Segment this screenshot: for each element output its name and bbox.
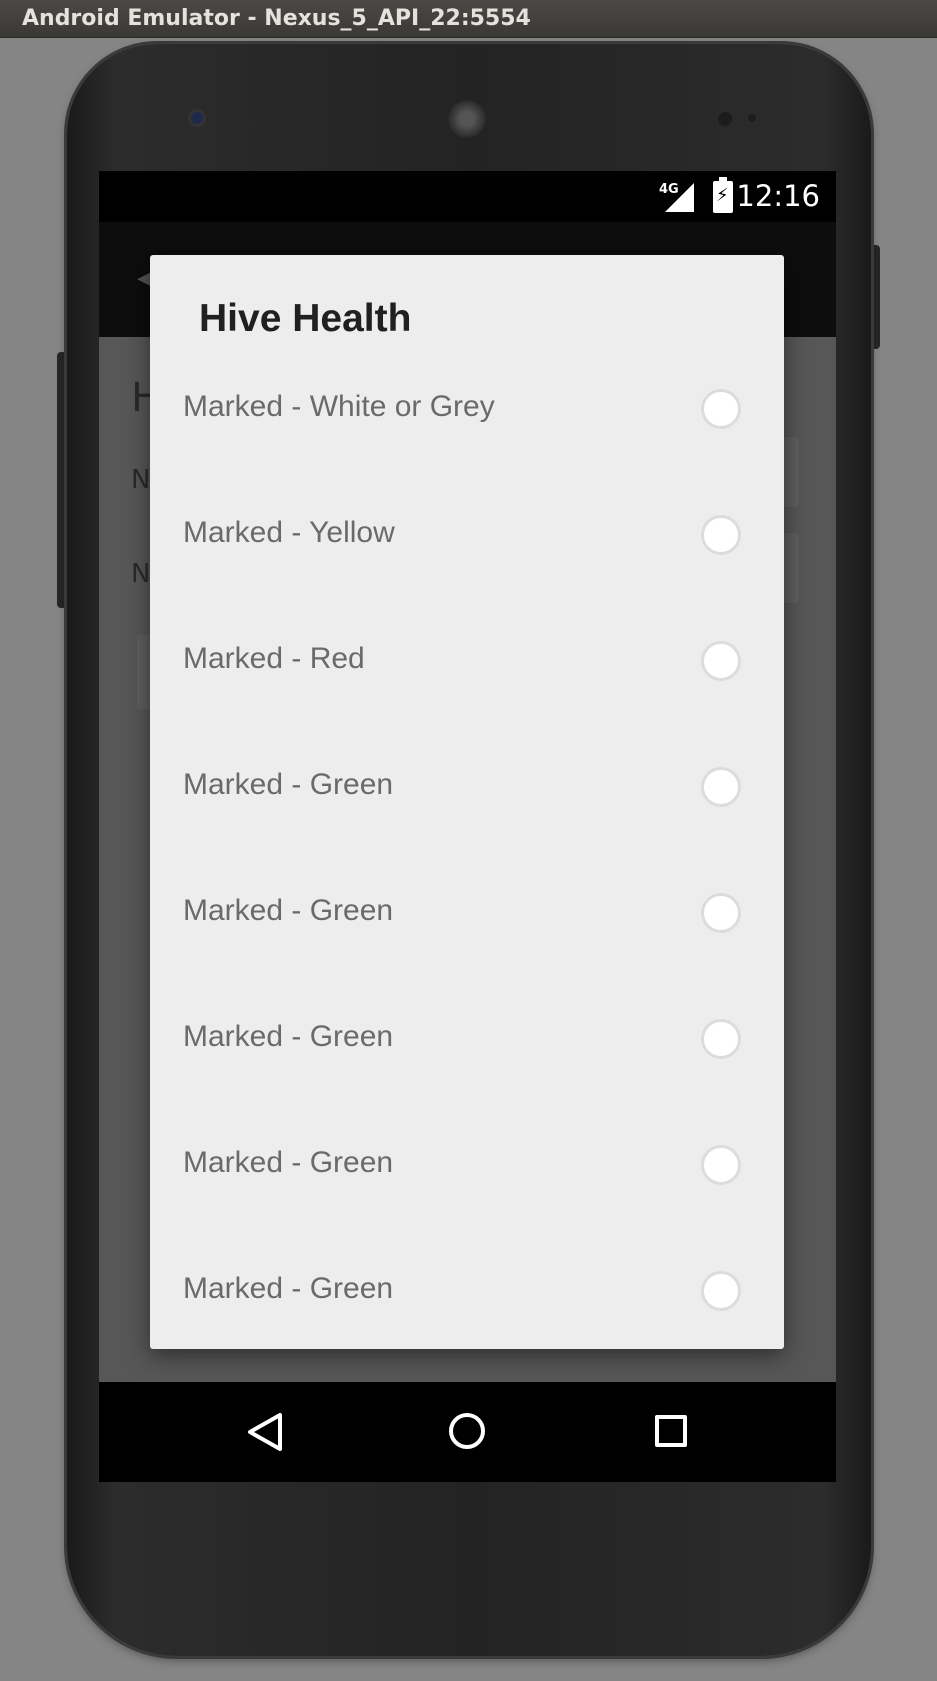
option-row[interactable]: Marked - White or Grey bbox=[150, 360, 784, 460]
front-camera bbox=[188, 109, 206, 127]
battery-charging-icon: ⚡ bbox=[713, 177, 733, 213]
back-icon[interactable] bbox=[246, 1412, 286, 1452]
option-label: Marked - Red bbox=[183, 642, 365, 675]
volume-button[interactable] bbox=[57, 352, 67, 608]
radio-button[interactable] bbox=[701, 893, 741, 933]
dialog-title: Hive Health bbox=[199, 297, 412, 340]
radio-button[interactable] bbox=[701, 1271, 741, 1311]
hive-health-dialog: Hive Health Marked - White or Grey Marke… bbox=[150, 255, 784, 1349]
option-row[interactable]: Marked - Green bbox=[150, 1242, 784, 1342]
speaker-grille-icon bbox=[448, 100, 486, 138]
option-label: Marked - White or Grey bbox=[183, 390, 495, 423]
option-row[interactable]: Marked - Red bbox=[150, 612, 784, 712]
background-label-2: N bbox=[131, 559, 151, 589]
radio-button[interactable] bbox=[701, 1019, 741, 1059]
option-label: Marked - Green bbox=[183, 1020, 394, 1053]
option-label: Marked - Green bbox=[183, 894, 394, 927]
emulator-title-bar: Android Emulator - Nexus_5_API_22:5554 bbox=[0, 0, 937, 38]
signal-icon bbox=[665, 183, 694, 212]
option-label: Marked - Yellow bbox=[183, 516, 395, 549]
radio-button[interactable] bbox=[701, 641, 741, 681]
radio-button[interactable] bbox=[701, 515, 741, 555]
navigation-bar bbox=[99, 1382, 836, 1482]
light-sensor bbox=[748, 114, 756, 122]
clock: 12:16 bbox=[736, 179, 820, 213]
recents-icon[interactable] bbox=[655, 1415, 687, 1447]
option-row[interactable]: Marked - Green bbox=[150, 738, 784, 838]
radio-button[interactable] bbox=[701, 389, 741, 429]
home-icon[interactable] bbox=[449, 1413, 485, 1449]
option-row[interactable]: Marked - Green bbox=[150, 864, 784, 964]
status-bar: 4G ⚡ 12:16 bbox=[99, 171, 836, 222]
option-label: Marked - Green bbox=[183, 768, 394, 801]
option-row[interactable]: Marked - Green bbox=[150, 1116, 784, 1216]
option-row[interactable]: Marked - Yellow bbox=[150, 486, 784, 586]
option-label: Marked - Green bbox=[183, 1272, 394, 1305]
background-label-1: N bbox=[131, 465, 151, 495]
power-button[interactable] bbox=[870, 245, 880, 349]
device-screen: 4G ⚡ 12:16 ◀ H N N Hive Health Marked - … bbox=[99, 171, 836, 1482]
proximity-sensor bbox=[718, 112, 732, 126]
option-label: Marked - Green bbox=[183, 1146, 394, 1179]
window-title: Android Emulator - Nexus_5_API_22:5554 bbox=[22, 6, 531, 31]
radio-button[interactable] bbox=[701, 767, 741, 807]
radio-button[interactable] bbox=[701, 1145, 741, 1185]
option-row[interactable]: Marked - Green bbox=[150, 990, 784, 1090]
